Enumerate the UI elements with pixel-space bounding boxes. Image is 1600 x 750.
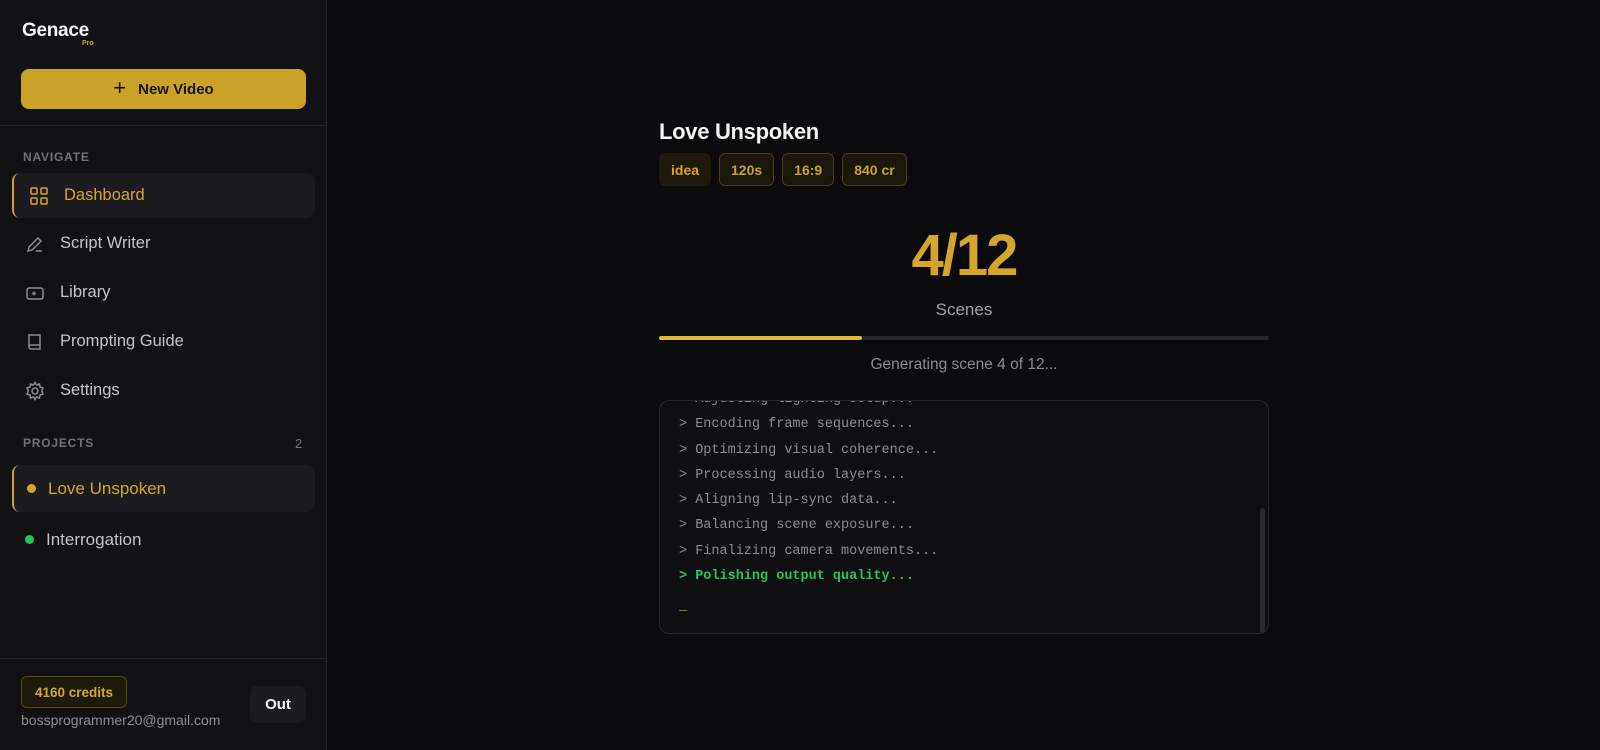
navigate-heading: NAVIGATE: [23, 150, 90, 164]
generation-status: Generating scene 4 of 12...: [870, 356, 1058, 373]
progress-bar: [659, 336, 1269, 340]
project-label: Interrogation: [46, 529, 142, 549]
main-content: Love Unspoken idea 120s 16:9 840 cr 4/12…: [327, 0, 1600, 750]
log-line: > Optimizing visual coherence...: [679, 442, 939, 458]
pen-icon: [24, 233, 46, 255]
logo[interactable]: Genace Pro: [22, 20, 94, 47]
tag-aspect-ratio: 16:9: [782, 153, 835, 186]
app-root: Genace Pro + New Video NAVIGATE Dashboar…: [0, 0, 1600, 750]
book-icon: [24, 331, 46, 353]
sidebar-item-label: Script Writer: [60, 234, 151, 252]
new-video-label: New Video: [138, 80, 214, 98]
user-email: bossprogrammer20@gmail.com: [21, 712, 221, 728]
sidebar-divider: [0, 125, 327, 126]
log-line: > Balancing scene exposure...: [679, 518, 914, 534]
page-title: Love Unspoken: [659, 119, 819, 144]
project-tags: idea 120s 16:9 840 cr: [659, 153, 907, 186]
scene-counter: 4/12: [911, 223, 1019, 288]
progress-fill: [659, 336, 863, 340]
project-item-love-unspoken[interactable]: Love Unspoken: [12, 465, 315, 512]
log-line: > Encoding frame sequences...: [679, 417, 914, 433]
new-video-button[interactable]: + New Video: [21, 69, 306, 109]
sidebar-divider: [0, 658, 327, 659]
logo-text: Genace: [22, 20, 89, 41]
status-dot: [27, 484, 36, 493]
status-dot: [25, 535, 34, 544]
log-line: > Finalizing camera movements...: [679, 543, 939, 559]
tag-duration: 120s: [719, 153, 775, 186]
tag-mode: idea: [659, 153, 712, 186]
logo-tier: Pro: [82, 40, 94, 47]
log-line-current: > Polishing output quality...: [679, 569, 914, 585]
sidebar-item-settings[interactable]: Settings: [12, 368, 315, 413]
log-console[interactable]: > Adjusting lighting setup... > Encoding…: [659, 400, 1269, 634]
projects-heading: PROJECTS: [23, 436, 95, 450]
log-list: > Adjusting lighting setup... > Encoding…: [679, 401, 1256, 615]
log-line: > Processing audio layers...: [679, 467, 906, 483]
sidebar: Genace Pro + New Video NAVIGATE Dashboar…: [0, 0, 327, 750]
sidebar-item-label: Prompting Guide: [60, 332, 184, 350]
library-icon: [24, 282, 46, 304]
sidebar-item-label: Dashboard: [64, 186, 145, 204]
project-item-interrogation[interactable]: Interrogation: [12, 516, 315, 563]
log-line: > Aligning lip-sync data...: [679, 493, 898, 509]
console-scrollbar[interactable]: [1260, 508, 1265, 633]
sidebar-item-prompting-guide[interactable]: Prompting Guide: [12, 319, 315, 364]
grid-icon: [28, 185, 50, 207]
sidebar-item-library[interactable]: Library: [12, 270, 315, 315]
sidebar-item-script-writer[interactable]: Script Writer: [12, 221, 315, 266]
plus-icon: +: [113, 75, 127, 100]
sidebar-item-label: Settings: [60, 381, 120, 399]
tag-cost: 840 cr: [842, 153, 907, 186]
sidebar-item-label: Library: [60, 283, 111, 301]
gear-icon: [24, 380, 46, 402]
log-line: > Adjusting lighting setup...: [679, 401, 1256, 417]
credits-badge: 4160 credits: [21, 676, 128, 708]
projects-count: 2: [295, 436, 303, 451]
project-label: Love Unspoken: [48, 478, 167, 498]
scene-counter-label: Scenes: [935, 300, 993, 319]
sidebar-item-dashboard[interactable]: Dashboard: [12, 173, 315, 218]
console-cursor: _: [679, 598, 688, 615]
logout-button[interactable]: Out: [250, 686, 306, 723]
